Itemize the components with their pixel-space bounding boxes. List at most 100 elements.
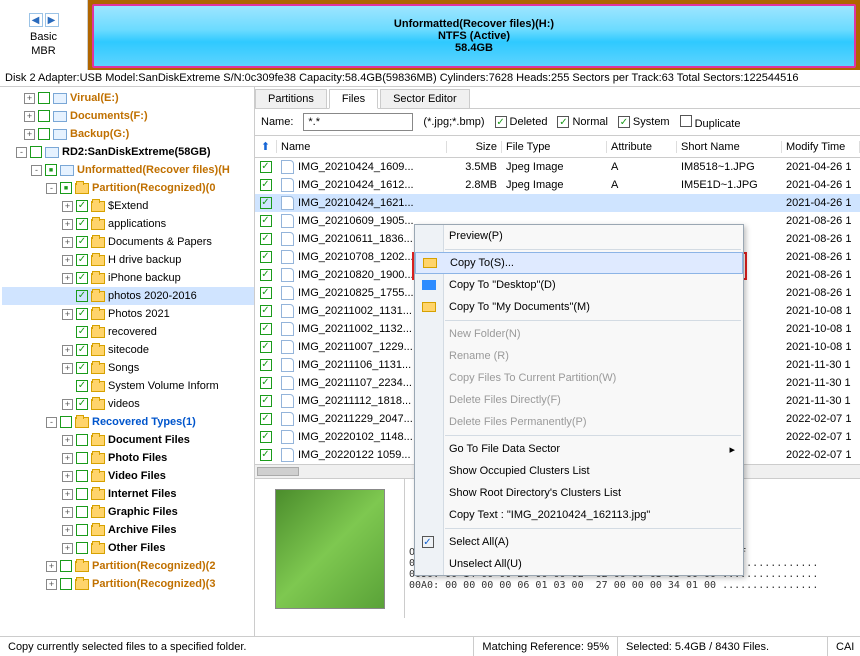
- tree-item-extend[interactable]: +$Extend: [2, 197, 254, 215]
- file-checkbox[interactable]: [260, 305, 272, 317]
- tab-sector-editor[interactable]: Sector Editor: [380, 89, 470, 108]
- expander-icon[interactable]: +: [62, 201, 73, 212]
- expander-icon[interactable]: +: [62, 435, 73, 446]
- file-checkbox[interactable]: [260, 395, 272, 407]
- tree-item-sitecode[interactable]: +sitecode: [2, 341, 254, 359]
- tree-item-documents[interactable]: +Documents(F:): [2, 107, 254, 125]
- tree-checkbox[interactable]: [60, 578, 72, 590]
- expander-icon[interactable]: +: [62, 309, 73, 320]
- expander-icon[interactable]: +: [46, 561, 57, 572]
- normal-filter[interactable]: Normal: [557, 116, 607, 129]
- tree-checkbox[interactable]: [76, 200, 88, 212]
- tree-checkbox[interactable]: [45, 164, 57, 176]
- menu-select-all[interactable]: Select All(A): [415, 531, 743, 553]
- menu-copy-desktop[interactable]: Copy To "Desktop"(D): [415, 274, 743, 296]
- tree-item-partrec2[interactable]: +Partition(Recognized)(2: [2, 557, 254, 575]
- tree-checkbox[interactable]: [76, 542, 88, 554]
- tree-checkbox[interactable]: [76, 290, 88, 302]
- menu-copy-to[interactable]: Copy To(S)...: [415, 252, 743, 274]
- menu-preview[interactable]: Preview(P): [415, 225, 743, 247]
- tree-checkbox[interactable]: [76, 524, 88, 536]
- tree-checkbox[interactable]: [76, 362, 88, 374]
- col-size[interactable]: Size: [447, 141, 502, 153]
- tab-files[interactable]: Files: [329, 89, 378, 109]
- duplicate-filter[interactable]: Duplicate: [680, 115, 741, 130]
- expander-icon[interactable]: +: [62, 345, 73, 356]
- tree-item-doc_papers[interactable]: +Documents & Papers: [2, 233, 254, 251]
- file-checkbox[interactable]: [260, 359, 272, 371]
- file-checkbox[interactable]: [260, 197, 272, 209]
- tree-checkbox[interactable]: [38, 92, 50, 104]
- expander-icon[interactable]: +: [62, 219, 73, 230]
- menu-copy-text[interactable]: Copy Text : "IMG_20210424_162113.jpg": [415, 504, 743, 526]
- col-attr[interactable]: Attribute: [607, 141, 677, 153]
- tree-item-docfiles[interactable]: +Document Files: [2, 431, 254, 449]
- tree-checkbox[interactable]: [76, 506, 88, 518]
- disk-bar[interactable]: Unformatted(Recover files)(H:) NTFS (Act…: [88, 0, 860, 70]
- tree-item-archivefiles[interactable]: +Archive Files: [2, 521, 254, 539]
- expander-icon[interactable]: +: [62, 525, 73, 536]
- tree-item-graphicfiles[interactable]: +Graphic Files: [2, 503, 254, 521]
- tree-item-videofiles[interactable]: +Video Files: [2, 467, 254, 485]
- col-up[interactable]: ⬆: [255, 140, 277, 153]
- tree-checkbox[interactable]: [76, 254, 88, 266]
- tree-item-songs[interactable]: +Songs: [2, 359, 254, 377]
- tree-checkbox[interactable]: [76, 308, 88, 320]
- file-checkbox[interactable]: [260, 323, 272, 335]
- tree-checkbox[interactable]: [76, 272, 88, 284]
- file-checkbox[interactable]: [260, 449, 272, 461]
- expander-icon[interactable]: +: [62, 255, 73, 266]
- tree-item-videos[interactable]: +videos: [2, 395, 254, 413]
- tree-item-photofiles[interactable]: +Photo Files: [2, 449, 254, 467]
- tree-checkbox[interactable]: [60, 182, 72, 194]
- col-mod[interactable]: Modify Time: [782, 141, 860, 153]
- menu-show-root[interactable]: Show Root Directory's Clusters List: [415, 482, 743, 504]
- expander-icon[interactable]: +: [62, 363, 73, 374]
- tree-checkbox[interactable]: [60, 416, 72, 428]
- tree-item-rd2[interactable]: -RD2:SanDiskExtreme(58GB): [2, 143, 254, 161]
- menu-unselect-all[interactable]: Unselect All(U): [415, 553, 743, 575]
- disk-volume[interactable]: Unformatted(Recover files)(H:) NTFS (Act…: [92, 4, 856, 68]
- expander-icon[interactable]: +: [62, 507, 73, 518]
- expander-icon[interactable]: -: [16, 147, 27, 158]
- tree-item-backup[interactable]: +Backup(G:): [2, 125, 254, 143]
- tree-item-unformatted[interactable]: -Unformatted(Recover files)(H: [2, 161, 254, 179]
- tree-item-partition_rec[interactable]: -Partition(Recognized)(0: [2, 179, 254, 197]
- file-checkbox[interactable]: [260, 179, 272, 191]
- file-checkbox[interactable]: [260, 269, 272, 281]
- expander-icon[interactable]: +: [62, 237, 73, 248]
- tab-partitions[interactable]: Partitions: [255, 89, 327, 108]
- expander-icon[interactable]: +: [24, 111, 35, 122]
- tree-item-virual[interactable]: +Virual(E:): [2, 89, 254, 107]
- file-checkbox[interactable]: [260, 341, 272, 353]
- nav-forward-icon[interactable]: ▶: [45, 13, 59, 27]
- tree-item-iphone[interactable]: +iPhone backup: [2, 269, 254, 287]
- tree-checkbox[interactable]: [76, 218, 88, 230]
- tree-checkbox[interactable]: [30, 146, 42, 158]
- expander-icon[interactable]: +: [62, 543, 73, 554]
- col-name[interactable]: Name: [277, 141, 447, 153]
- tree-item-hdrive[interactable]: +H drive backup: [2, 251, 254, 269]
- tree-checkbox[interactable]: [76, 236, 88, 248]
- tree-checkbox[interactable]: [76, 452, 88, 464]
- name-filter-input[interactable]: [303, 113, 413, 131]
- file-checkbox[interactable]: [260, 215, 272, 227]
- file-row[interactable]: IMG_20210424_1621... 2021-04-26 1: [255, 194, 860, 212]
- tree-checkbox[interactable]: [76, 434, 88, 446]
- tree-checkbox[interactable]: [38, 110, 50, 122]
- file-checkbox[interactable]: [260, 377, 272, 389]
- expander-icon[interactable]: -: [46, 417, 57, 428]
- expander-icon[interactable]: +: [62, 489, 73, 500]
- nav-back-icon[interactable]: ◀: [29, 13, 43, 27]
- tree-item-recovered_types[interactable]: -Recovered Types(1): [2, 413, 254, 431]
- tree-checkbox[interactable]: [76, 470, 88, 482]
- col-type[interactable]: File Type: [502, 141, 607, 153]
- file-checkbox[interactable]: [260, 413, 272, 425]
- menu-goto-sector[interactable]: Go To File Data Sector▸: [415, 438, 743, 460]
- expander-icon[interactable]: +: [62, 453, 73, 464]
- expander-icon[interactable]: +: [46, 579, 57, 590]
- file-checkbox[interactable]: [260, 431, 272, 443]
- tree-item-recovered[interactable]: recovered: [2, 323, 254, 341]
- tree-item-partrec3[interactable]: +Partition(Recognized)(3: [2, 575, 254, 593]
- file-checkbox[interactable]: [260, 161, 272, 173]
